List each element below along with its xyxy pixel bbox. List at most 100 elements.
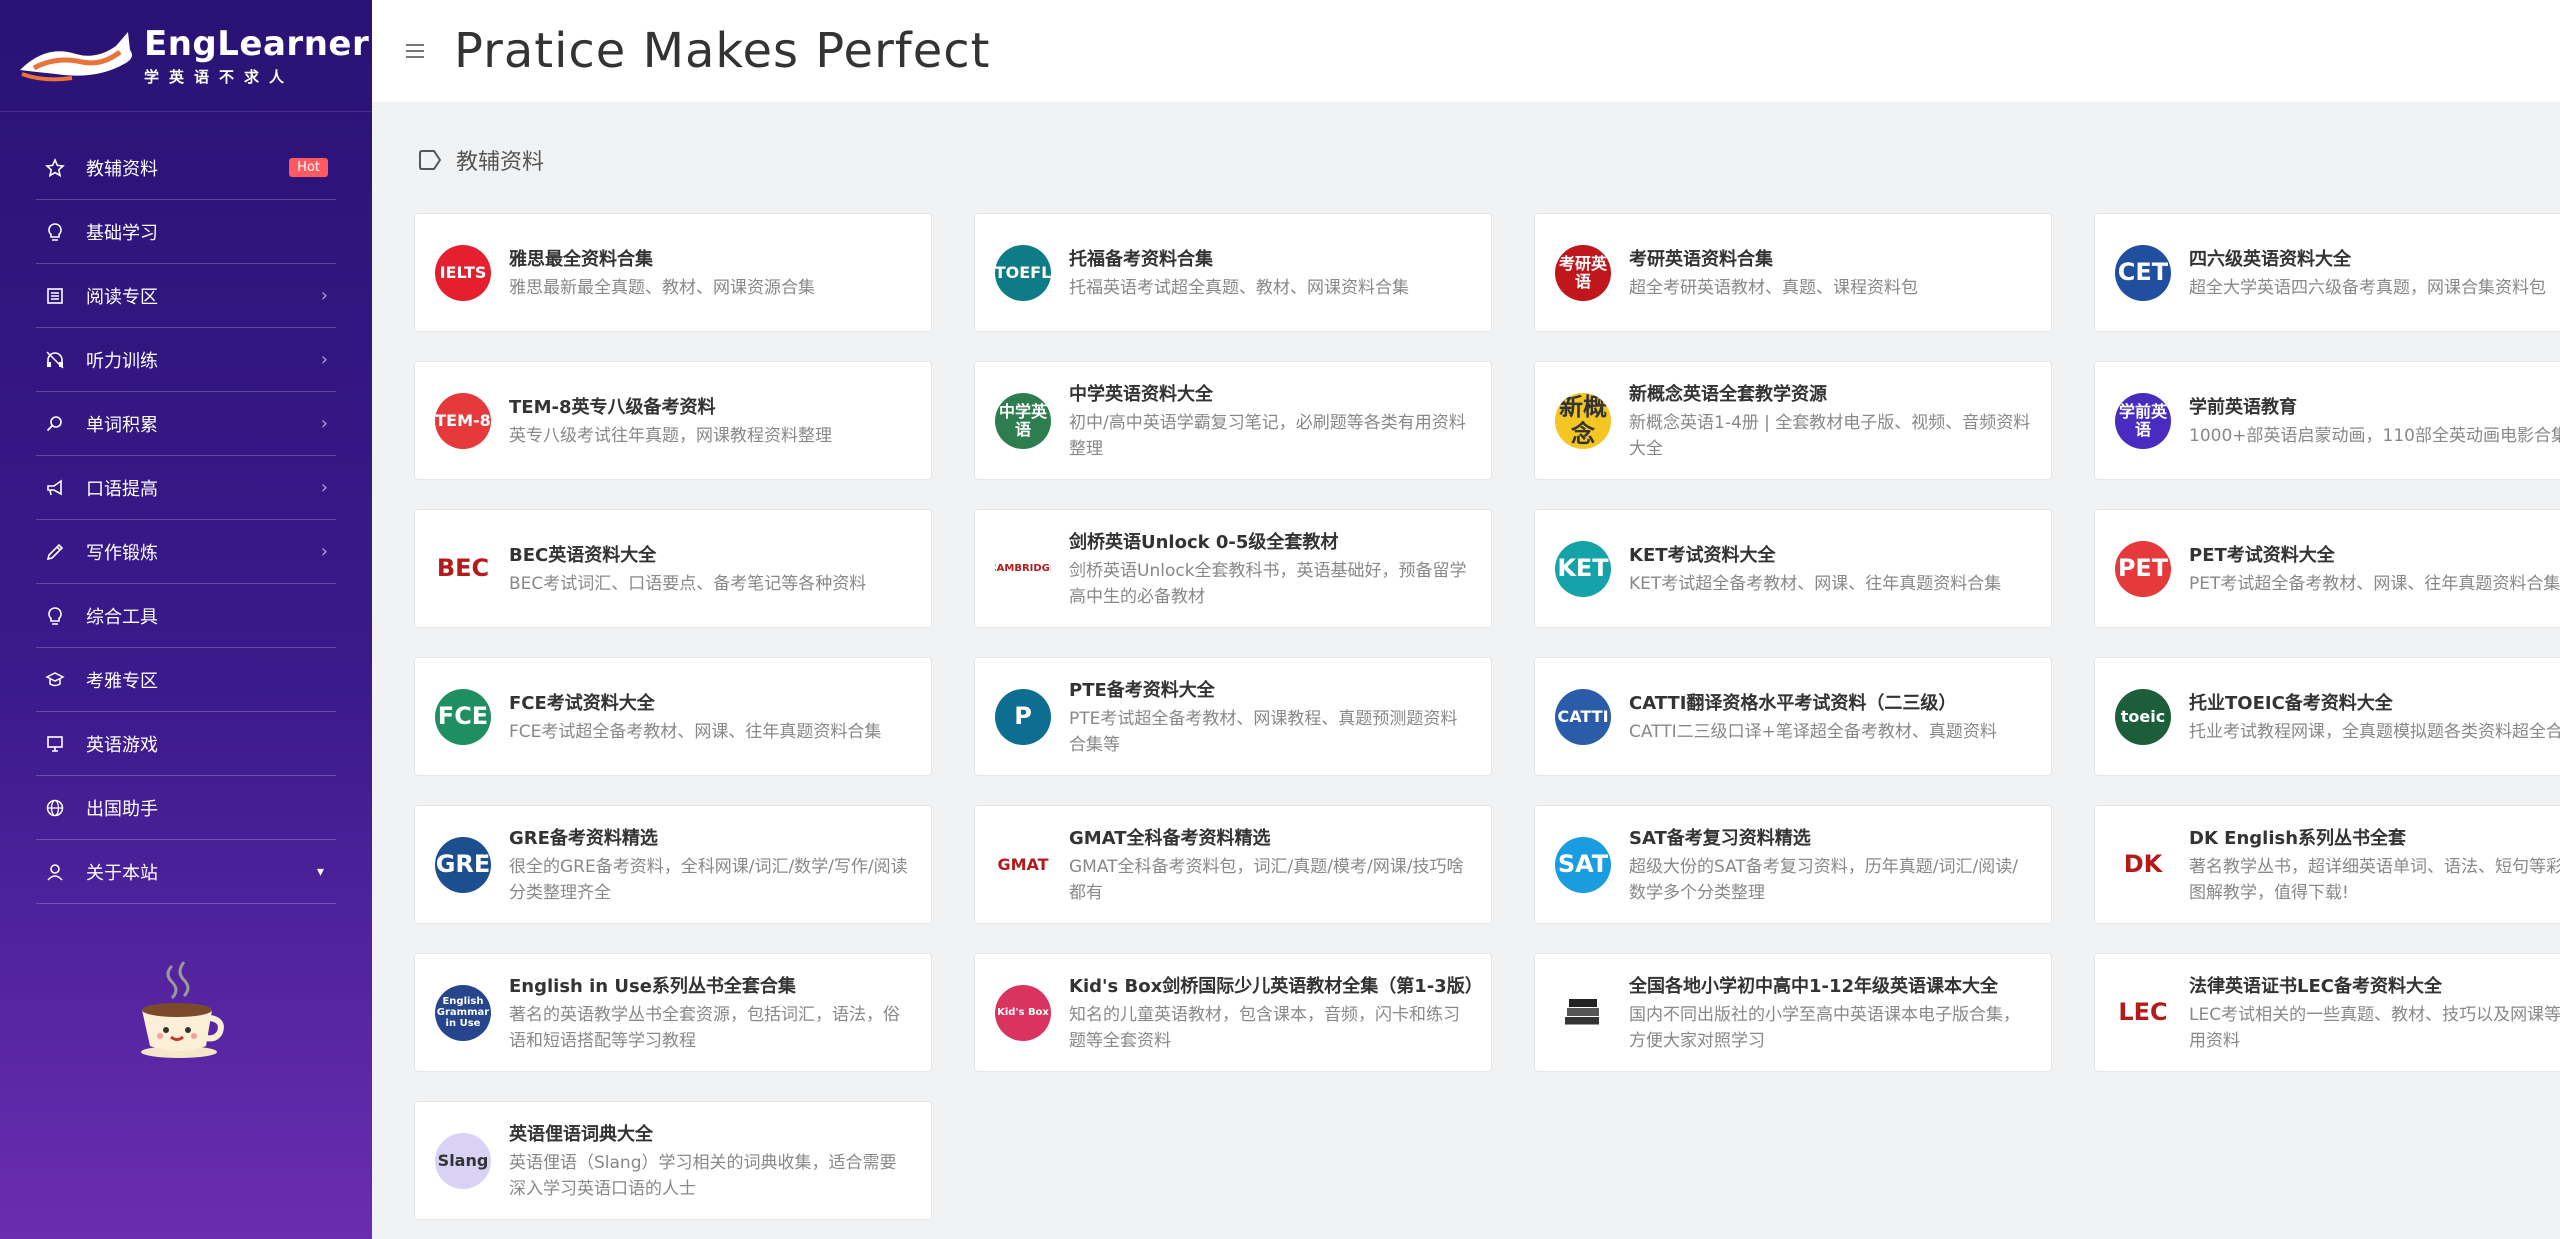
sidebar-item-label: 出国助手 — [86, 798, 158, 820]
brand-name: EngLearner — [144, 24, 370, 64]
resource-card[interactable]: CET 四六级英语资料大全 超全大学英语四六级备考真题，网课合集资料包 — [2094, 213, 2560, 332]
resource-card[interactable]: P PTE备考资料大全 PTE考试超全备考教材、网课教程、真题预测题资料合集等 — [974, 657, 1492, 776]
card-logo-icon: 中学英语 — [995, 392, 1051, 449]
resource-card[interactable]: KET KET考试资料大全 KET考试超全备考教材、网课、往年真题资料合集 — [1534, 509, 2052, 628]
sidebar-item-6[interactable]: 口语提高 › — [36, 456, 336, 520]
resource-card[interactable]: PET PET考试资料大全 PET考试超全备考教材、网课、往年真题资料合集 — [2094, 509, 2560, 628]
card-title: PTE备考资料大全 — [1069, 679, 1215, 701]
card-logo-text: 新概念 — [1559, 393, 1607, 448]
card-title: 托福备考资料合集 — [1069, 248, 1213, 270]
resource-card[interactable]: books 全国各地小学初中高中1-12年级英语课本大全国内不同出版社的小学至高中… — [1534, 953, 2052, 1072]
sidebar-item-1[interactable]: 教辅资料 Hot — [36, 136, 336, 200]
card-logo-icon: GRE — [435, 836, 491, 893]
resource-card[interactable]: 中学英语 中学英语资料大全 初中/高中英语学霸复习笔记，必刷题等各类有用资料整理 — [974, 361, 1492, 480]
sidebar-item-12[interactable]: 关于本站 ▾ — [36, 840, 336, 904]
resource-card[interactable]: GRE GRE备考资料精选 很全的GRE备考资料，全科网课/词汇/数学/写作/阅读分… — [414, 805, 932, 924]
card-description: 托业考试教程网课，全真题模拟题各类资料超全合集 — [2189, 721, 2560, 742]
card-logo-icon: TEM-8 — [435, 392, 491, 449]
sidebar-item-label: 考雅专区 — [86, 670, 158, 692]
lightbulb-icon — [44, 605, 66, 627]
sidebar-item-label: 关于本站 — [86, 862, 158, 884]
hamburger-menu-icon[interactable] — [406, 40, 424, 62]
card-title: 新概念英语全套教学资源 — [1629, 383, 1827, 405]
resource-card[interactable]: SAT SAT备考复习资料精选 超级大份的SAT备考复习资料，历年真题/词汇/阅读/… — [1534, 805, 2052, 924]
card-logo-icon: GMAT — [995, 836, 1051, 893]
resource-card[interactable]: BEC BEC英语资料大全 BEC考试词汇、口语要点、备考笔记等各种资料 — [414, 509, 932, 628]
brand-logo[interactable]: EngLearner 学英语不求人 — [0, 0, 372, 112]
resource-grid: IELTS 雅思最全资料合集 雅思最新最全真题、教材、网课资源合集 TOEFL 托福备考… — [414, 213, 2560, 1239]
card-title: 全国各地小学初中高中1-12年级英语课本大全 — [1629, 975, 1999, 997]
resource-card[interactable]: toeic 托业TOEIC备考资料大全 托业考试教程网课，全真题模拟题各类资料超全合… — [2094, 657, 2560, 776]
card-logo-text: SAT — [1557, 850, 1609, 879]
card-title: DK English系列丛书全套 — [2189, 827, 2407, 849]
fox-logo-icon — [16, 24, 152, 88]
card-description: 超全考研英语教材、真题、课程资料包 — [1629, 277, 1918, 298]
card-logo-text: FCE — [437, 702, 489, 731]
sidebar-item-label: 写作锻炼 — [86, 542, 158, 564]
card-logo-text: LEC — [2118, 998, 2168, 1027]
card-logo-icon: P — [995, 688, 1051, 745]
card-logo-text: Slang — [437, 1150, 489, 1170]
resource-card[interactable]: English Grammar in Use English in Use系列丛书… — [414, 953, 932, 1072]
card-title: SAT备考复习资料精选 — [1629, 827, 1811, 849]
megaphone-icon — [44, 477, 66, 499]
sidebar-item-9[interactable]: 考雅专区 — [36, 648, 336, 712]
resource-card[interactable]: TOEFL 托福备考资料合集 托福英语考试超全真题、教材、网课资料合集 — [974, 213, 1492, 332]
card-title: Kid's Box剑桥国际少儿英语教材全集（第1-3版） — [1069, 975, 1483, 997]
card-description: CATTI二三级口译+笔译超全备考教材、真题资料 — [1629, 721, 1997, 742]
monitor-icon — [44, 733, 66, 755]
resource-card[interactable]: FCE FCE考试资料大全 FCE考试超全备考教材、网课、往年真题资料合集 — [414, 657, 932, 776]
resource-card[interactable]: GMAT GMAT全科备考资料精选 GMAT全科备考资料包，词汇/真题/模考/网课/… — [974, 805, 1492, 924]
resource-card[interactable]: Kid's Box Kid's Box剑桥国际少儿英语教材全集（第1-3版） 知名的… — [974, 953, 1492, 1072]
sidebar-item-10[interactable]: 英语游戏 — [36, 712, 336, 776]
card-logo-icon: KET — [1555, 540, 1611, 597]
card-description: 很全的GRE备考资料，全科网课/词汇/数学/写作/阅读分类整理齐全 — [509, 856, 908, 903]
card-logo-text: CAMBRIDGE — [995, 563, 1051, 574]
sidebar-item-label: 口语提高 — [86, 478, 158, 500]
star-icon — [44, 157, 66, 179]
card-logo-icon: DK — [2115, 836, 2171, 893]
card-title: TEM-8英专八级备考资料 — [509, 396, 716, 418]
sidebar-item-11[interactable]: 出国助手 — [36, 776, 336, 840]
sidebar-item-5[interactable]: 单词积累 › — [36, 392, 336, 456]
card-logo-icon: 考研英语 — [1555, 244, 1611, 301]
sidebar-item-3[interactable]: 阅读专区 › — [36, 264, 336, 328]
resource-card[interactable]: Slang 英语俚语词典大全 英语俚语（Slang）学习相关的词典收集，适合需要深入… — [414, 1101, 932, 1220]
chevron-right-icon: › — [320, 413, 328, 434]
card-logo-text: toeic — [2120, 706, 2166, 726]
card-logo-text: English Grammar in Use — [436, 996, 490, 1029]
card-description: 1000+部英语启蒙动画，110部全英动画电影合集 — [2189, 425, 2560, 446]
graduation-cap-icon — [44, 669, 66, 691]
card-logo-icon: Kid's Box — [995, 984, 1051, 1041]
chevron-right-icon: › — [320, 285, 328, 306]
card-description: 雅思最新最全真题、教材、网课资源合集 — [509, 277, 815, 298]
card-description: PTE考试超全备考教材、网课教程、真题预测题资料合集等 — [1069, 708, 1458, 755]
resource-card[interactable]: LEC 法律英语证书LEC备考资料大全 LEC考试相关的一些真题、教材、技巧以及网课… — [2094, 953, 2560, 1072]
card-logo-icon: toeic — [2115, 688, 2171, 745]
sidebar-item-4[interactable]: 听力训练 › — [36, 328, 336, 392]
card-description: 英语俚语（Slang）学习相关的词典收集，适合需要深入学习英语口语的人士 — [509, 1152, 897, 1199]
card-logo-text: PET — [2117, 554, 2169, 583]
resource-card[interactable]: 学前英语 学前英语教育 1000+部英语启蒙动画，110部全英动画电影合集 — [2094, 361, 2560, 480]
card-title: 法律英语证书LEC备考资料大全 — [2189, 975, 2442, 997]
resource-card[interactable]: DK DK English系列丛书全套 著名教学丛书，超详细英语单词、语法、短句等彩… — [2094, 805, 2560, 924]
sidebar-item-2[interactable]: 基础学习 — [36, 200, 336, 264]
card-logo-icon: English Grammar in Use — [435, 984, 491, 1041]
card-description: 超全大学英语四六级备考真题，网课合集资料包 — [2189, 277, 2546, 298]
resource-card[interactable]: IELTS 雅思最全资料合集 雅思最新最全真题、教材、网课资源合集 — [414, 213, 932, 332]
resource-card[interactable]: 新概念 新概念英语全套教学资源 新概念英语1-4册 | 全套教材电子版、视频、音频资… — [1534, 361, 2052, 480]
card-logo-text: TEM-8 — [435, 410, 491, 430]
sidebar-item-8[interactable]: 综合工具 — [36, 584, 336, 648]
resource-card[interactable]: CATTI CATTI翻译资格水平考试资料（二三级） CATTI二三级口译+笔译超全… — [1534, 657, 2052, 776]
resource-card[interactable]: CAMBRIDGE 剑桥英语Unlock 0-5级全套教材剑桥英语Unlock全套… — [974, 509, 1492, 628]
resource-card[interactable]: TEM-8 TEM-8英专八级备考资料 英专八级考试往年真题，网课教程资料整理 — [414, 361, 932, 480]
resource-card[interactable]: 考研英语 考研英语资料合集 超全考研英语教材、真题、课程资料包 — [1534, 213, 2052, 332]
sidebar-item-7[interactable]: 写作锻炼 › — [36, 520, 336, 584]
card-logo-icon: 学前英语 — [2115, 392, 2171, 449]
card-logo-icon: FCE — [435, 688, 491, 745]
chevron-right-icon: › — [320, 349, 328, 370]
caret-down-icon: ▾ — [316, 863, 324, 880]
card-title: PET考试资料大全 — [2189, 544, 2335, 566]
card-logo-text: BEC — [436, 554, 490, 583]
card-title: BEC英语资料大全 — [509, 544, 657, 566]
